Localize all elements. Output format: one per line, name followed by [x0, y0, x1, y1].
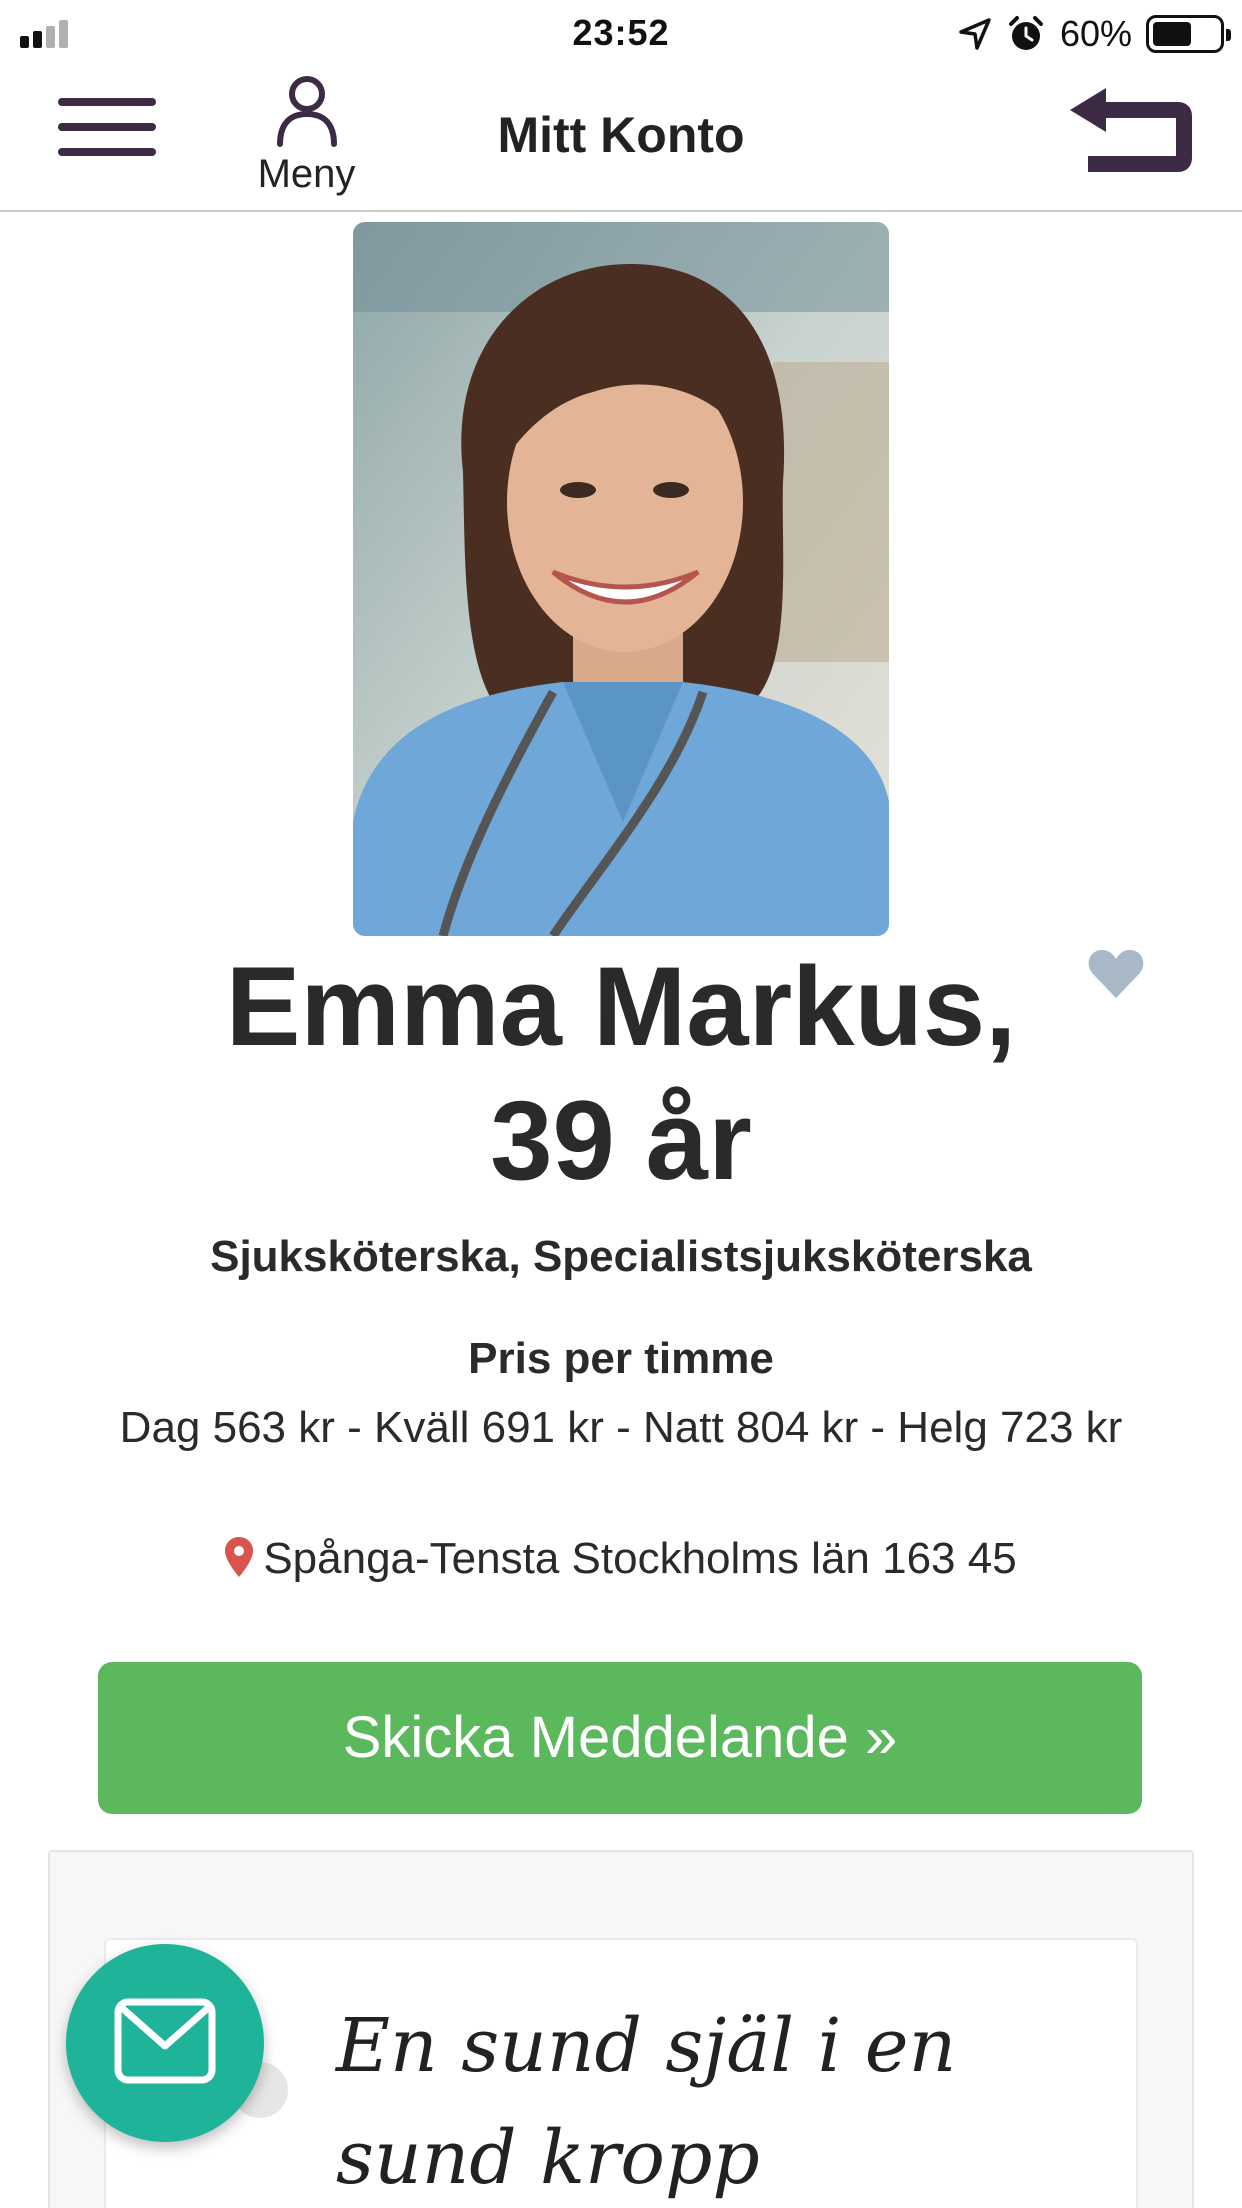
profile-name: Emma Markus, 39 år	[100, 940, 1142, 1208]
back-arrow-icon[interactable]	[1066, 86, 1192, 176]
app-header: Meny Mitt Konto	[0, 68, 1242, 212]
price-heading: Pris per timme	[468, 1334, 774, 1383]
status-right: 60%	[958, 10, 1231, 58]
location-arrow-icon	[959, 18, 991, 50]
profile-name-text: Emma Markus,	[225, 944, 1017, 1069]
quote-line-2: sund kropp	[336, 2115, 760, 2201]
hamburger-line	[58, 98, 156, 106]
map-pin-icon	[225, 1537, 254, 1577]
page-title: Mitt Konto	[497, 107, 745, 163]
battery-icon	[1146, 15, 1231, 53]
quote-line-1: En sund själ i en	[336, 2003, 957, 2089]
location-text: Spånga-Tensta Stockholms län 163 45	[263, 1534, 1017, 1583]
mail-fab-button[interactable]	[66, 1944, 264, 2142]
quote-text: En sund själ i en sund kropp	[336, 1990, 1036, 2208]
battery-tip	[1226, 29, 1231, 41]
battery-fill	[1153, 22, 1191, 46]
location: Spånga-Tensta Stockholms län 163 45	[0, 1534, 1242, 1584]
profile-photo	[353, 222, 889, 936]
status-bar: 23:52 60%	[0, 0, 1242, 68]
profile-age: 39 år	[490, 1078, 752, 1203]
alarm-icon	[1008, 16, 1043, 50]
battery-percent: 60%	[1059, 13, 1132, 54]
mail-icon	[114, 1998, 216, 2084]
price-list: Dag 563 kr - Kväll 691 kr - Natt 804 kr …	[119, 1403, 1123, 1452]
profession: Sjuksköterska, Specialistsjuksköterska	[210, 1232, 1032, 1281]
send-message-button[interactable]: Skicka Meddelande »	[98, 1662, 1142, 1814]
